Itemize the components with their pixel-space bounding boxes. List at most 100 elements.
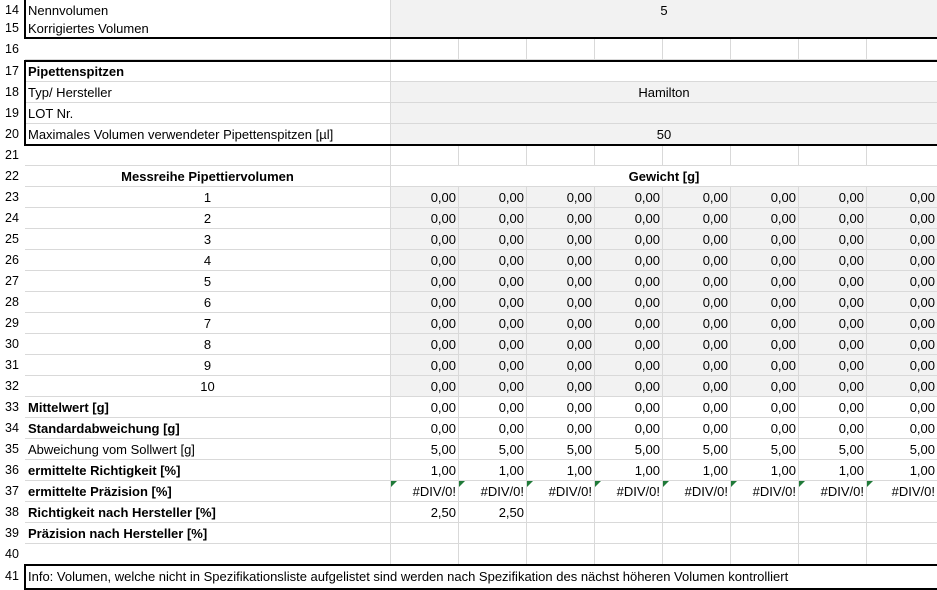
weight-cell[interactable]: 0,00: [663, 313, 731, 334]
value-typ-hersteller[interactable]: Hamilton: [391, 82, 937, 103]
stat-cell[interactable]: 0,00: [663, 418, 731, 439]
row-header[interactable]: 36: [0, 460, 24, 481]
weight-cell[interactable]: 0,00: [391, 208, 459, 229]
empty-cell[interactable]: [595, 145, 663, 166]
label-richtigkeit[interactable]: ermittelte Richtigkeit [%]: [25, 460, 391, 481]
series-number[interactable]: 8: [25, 334, 391, 355]
row-header[interactable]: 33: [0, 397, 24, 418]
weight-cell[interactable]: 0,00: [731, 313, 799, 334]
weight-cell[interactable]: 0,00: [731, 376, 799, 397]
empty-cell[interactable]: [391, 61, 937, 82]
weight-cell[interactable]: 0,00: [663, 229, 731, 250]
weight-cell[interactable]: 0,00: [459, 250, 527, 271]
weight-cell[interactable]: 0,00: [867, 187, 937, 208]
row-header[interactable]: 39: [0, 523, 24, 544]
weight-cell[interactable]: 0,00: [595, 376, 663, 397]
row-header[interactable]: 15: [0, 18, 24, 39]
label-korrigiertes-volumen[interactable]: Korrigiertes Volumen: [25, 18, 391, 39]
empty-cell[interactable]: [867, 145, 937, 166]
empty-cell[interactable]: [527, 145, 595, 166]
weight-cell[interactable]: 0,00: [663, 376, 731, 397]
stat-cell[interactable]: 5,00: [391, 439, 459, 460]
label-praezision[interactable]: ermittelte Präzision [%]: [25, 481, 391, 502]
stat-cell[interactable]: 5,00: [867, 439, 937, 460]
weight-cell[interactable]: 0,00: [867, 208, 937, 229]
weight-cell[interactable]: 0,00: [663, 271, 731, 292]
weight-cell[interactable]: 0,00: [731, 229, 799, 250]
weight-cell[interactable]: 0,00: [527, 292, 595, 313]
weight-cell[interactable]: 0,00: [459, 187, 527, 208]
weight-cell[interactable]: 0,00: [663, 355, 731, 376]
empty-cell[interactable]: [799, 544, 867, 565]
stat-cell[interactable]: 0,00: [595, 418, 663, 439]
stat-cell[interactable]: 1,00: [595, 460, 663, 481]
weight-cell[interactable]: 0,00: [731, 271, 799, 292]
error-cell[interactable]: #DIV/0!: [391, 481, 459, 502]
row-header[interactable]: 41: [0, 566, 24, 587]
label-max-volumen[interactable]: Maximales Volumen verwendeter Pipettensp…: [25, 124, 391, 145]
stat-cell[interactable]: 0,00: [867, 397, 937, 418]
value-max-volumen[interactable]: 50: [391, 124, 937, 145]
weight-cell[interactable]: 0,00: [799, 292, 867, 313]
weight-cell[interactable]: 0,00: [595, 313, 663, 334]
weight-cell[interactable]: 0,00: [867, 355, 937, 376]
weight-cell[interactable]: 0,00: [867, 376, 937, 397]
row-header[interactable]: 26: [0, 250, 24, 271]
weight-cell[interactable]: 0,00: [731, 355, 799, 376]
stat-cell[interactable]: 0,00: [527, 418, 595, 439]
stat-cell[interactable]: 5,00: [799, 439, 867, 460]
row-header[interactable]: 35: [0, 439, 24, 460]
weight-cell[interactable]: 0,00: [731, 250, 799, 271]
empty-cell[interactable]: [459, 145, 527, 166]
row-header[interactable]: 27: [0, 271, 24, 292]
weight-cell[interactable]: 0,00: [799, 334, 867, 355]
weight-cell[interactable]: 0,00: [527, 355, 595, 376]
weight-cell[interactable]: 0,00: [391, 250, 459, 271]
info-text[interactable]: Info: Volumen, welche nicht in Spezifika…: [25, 566, 937, 587]
empty-cell[interactable]: [527, 502, 595, 523]
weight-cell[interactable]: 0,00: [663, 208, 731, 229]
weight-cell[interactable]: 0,00: [391, 292, 459, 313]
series-number[interactable]: 2: [25, 208, 391, 229]
series-number[interactable]: 10: [25, 376, 391, 397]
weight-cell[interactable]: 0,00: [799, 250, 867, 271]
weight-cell[interactable]: 0,00: [595, 355, 663, 376]
weight-cell[interactable]: 0,00: [459, 271, 527, 292]
stat-cell[interactable]: 0,00: [391, 418, 459, 439]
empty-cell[interactable]: [731, 544, 799, 565]
weight-cell[interactable]: 0,00: [391, 187, 459, 208]
weight-cell[interactable]: 0,00: [799, 355, 867, 376]
stat-cell[interactable]: 5,00: [459, 439, 527, 460]
weight-cell[interactable]: 0,00: [731, 187, 799, 208]
weight-cell[interactable]: 0,00: [867, 292, 937, 313]
empty-cell[interactable]: [391, 39, 459, 60]
weight-cell[interactable]: 0,00: [595, 229, 663, 250]
empty-cell[interactable]: [459, 523, 527, 544]
series-number[interactable]: 4: [25, 250, 391, 271]
stat-cell[interactable]: 0,00: [391, 397, 459, 418]
stat-cell[interactable]: 1,00: [731, 460, 799, 481]
value-lot-nr[interactable]: [391, 103, 937, 124]
weight-cell[interactable]: 0,00: [459, 334, 527, 355]
stat-cell[interactable]: 1,00: [527, 460, 595, 481]
weight-cell[interactable]: 0,00: [527, 376, 595, 397]
row-header[interactable]: 30: [0, 334, 24, 355]
stat-cell[interactable]: 0,00: [731, 397, 799, 418]
empty-cell[interactable]: [391, 544, 459, 565]
series-number[interactable]: 5: [25, 271, 391, 292]
weight-cell[interactable]: 0,00: [459, 292, 527, 313]
stat-cell[interactable]: 0,00: [595, 397, 663, 418]
weight-cell[interactable]: 0,00: [391, 376, 459, 397]
weight-cell[interactable]: 0,00: [663, 250, 731, 271]
stat-cell[interactable]: 1,00: [799, 460, 867, 481]
weight-cell[interactable]: 0,00: [799, 208, 867, 229]
stat-cell[interactable]: 5,00: [595, 439, 663, 460]
empty-cell[interactable]: [731, 39, 799, 60]
weight-cell[interactable]: 0,00: [595, 208, 663, 229]
weight-cell[interactable]: 0,00: [391, 229, 459, 250]
weight-cell[interactable]: 0,00: [867, 229, 937, 250]
row-header[interactable]: 20: [0, 124, 24, 145]
weight-cell[interactable]: 0,00: [391, 313, 459, 334]
empty-cell[interactable]: [867, 544, 937, 565]
empty-cell[interactable]: [663, 544, 731, 565]
